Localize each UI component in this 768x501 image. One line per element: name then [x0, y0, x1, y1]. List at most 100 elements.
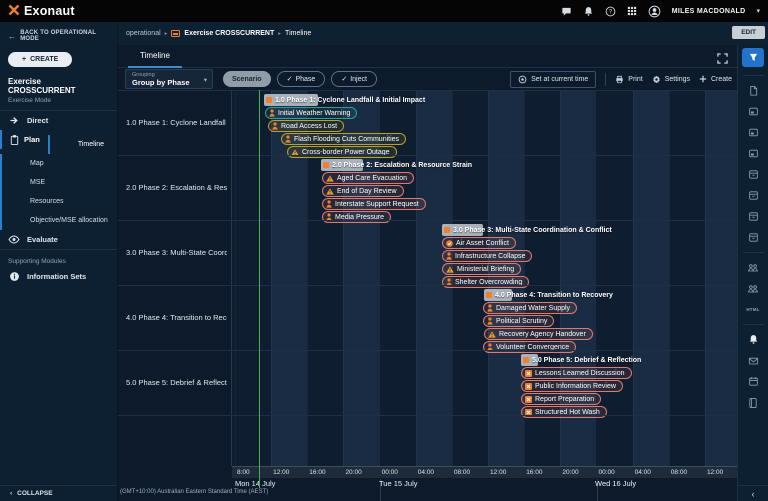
inject-damaged-water-supply[interactable]: Damaged Water Supply [483, 302, 577, 314]
action-label: Print [628, 76, 642, 83]
row-label: 1.0 Phase 1: Cyclone Landfall & Initia..… [126, 90, 227, 155]
create-button[interactable]: + CREATE [8, 52, 72, 67]
archive-icon[interactable] [742, 189, 764, 202]
inject-recovery-agency-handover[interactable]: Recovery Agency Handover [484, 328, 593, 340]
document-icon[interactable] [742, 84, 764, 97]
warning-icon [326, 175, 334, 182]
set-at-current-time-button[interactable]: Set at current time [510, 71, 596, 88]
fullscreen-icon[interactable] [717, 51, 728, 69]
inject-label: Recovery Agency Handover [499, 331, 586, 338]
print-icon [615, 75, 624, 84]
user-name[interactable]: MILES MACDONALD [672, 8, 746, 15]
sidebar-item-label: Map [30, 160, 44, 167]
sidebar-item-direct[interactable]: Direct [0, 111, 117, 130]
team-icon[interactable] [742, 282, 764, 295]
rail-collapse-button[interactable]: ‹ [738, 485, 768, 501]
phase-label: 4.0 Phase 4: Transition to Recovery [486, 289, 613, 301]
edit-button[interactable]: EDIT [732, 26, 765, 39]
phase-label-text: 4.0 Phase 4: Transition to Recovery [495, 292, 613, 299]
inject-label: Shelter Overcrowding [455, 279, 522, 286]
inject-lessons-learned-discussion[interactable]: Lessons Learned Discussion [521, 367, 632, 379]
archive-icon[interactable] [742, 231, 764, 244]
chat-icon[interactable] [561, 6, 572, 17]
back-to-operational-mode-link[interactable]: ← BACK TO OPERATIONAL MODE [0, 22, 117, 42]
sidebar-item-mse[interactable]: MSE [0, 173, 117, 192]
filter-icon[interactable] [742, 48, 764, 67]
print-button[interactable]: Print [615, 75, 642, 84]
main-content: operational▸Exercise CROSSCURRENT▸Timeli… [118, 22, 768, 501]
book-icon[interactable] [742, 396, 764, 409]
eye-icon [8, 235, 20, 244]
bell-icon[interactable] [583, 6, 594, 17]
settings-button[interactable]: Settings [652, 75, 690, 84]
inject-initial-weather-warning[interactable]: Initial Weather Warning [265, 107, 357, 119]
phase-label-text: 5.0 Phase 5: Debrief & Reflection [532, 357, 641, 364]
chip-phase[interactable]: ✓Phase [277, 71, 326, 87]
card-icon[interactable] [742, 147, 764, 160]
inject-interstate-support-request[interactable]: Interstate Support Request [322, 198, 426, 210]
sidebar-item-evaluate[interactable]: Evaluate [0, 230, 117, 249]
breadcrumb-item-operational[interactable]: operational [126, 30, 161, 37]
inject-media-pressure[interactable]: Media Pressure [322, 211, 391, 223]
chip-inject[interactable]: ✓Inject [331, 71, 377, 87]
html-icon[interactable]: HTML [742, 303, 764, 316]
chevron-left-icon: ‹ [10, 490, 12, 497]
phase-icon [444, 227, 450, 233]
inject-structured-hot-wash[interactable]: Structured Hot Wash [521, 406, 607, 418]
sidebar-item-objective-mse-allocation[interactable]: Objective/MSE allocation [0, 211, 117, 230]
sidebar-item-plan[interactable]: Plan [0, 130, 48, 149]
card-icon[interactable] [742, 126, 764, 139]
phase-label: 3.0 Phase 3: Multi-State Coordination & … [444, 224, 612, 236]
archive-icon[interactable] [742, 168, 764, 181]
calendar-icon[interactable] [742, 375, 764, 388]
task-icon [525, 409, 532, 416]
inject-shelter-overcrowding[interactable]: Shelter Overcrowding [442, 276, 529, 288]
gridline [633, 90, 634, 466]
warning-icon [488, 331, 496, 338]
inject-aged-care-evacuation[interactable]: Aged Care Evacuation [322, 172, 414, 184]
chevron-down-icon[interactable]: ▾ [756, 7, 760, 15]
action-label: Create [711, 76, 732, 83]
inject-volunteer-convergence[interactable]: Volunteer Convergence [483, 341, 576, 353]
gridline [705, 90, 706, 466]
team-icon[interactable] [742, 261, 764, 274]
tab-bar: Timeline [118, 45, 737, 68]
avatar[interactable] [648, 5, 661, 18]
top-bar: Exonaut ? MILES MACDONALD ▾ [0, 0, 768, 22]
inject-cross-border-power-outage[interactable]: Cross-border Power Outage [287, 146, 397, 158]
archive-icon[interactable] [742, 210, 764, 223]
phase-icon [523, 357, 529, 363]
sidebar-item-information-sets[interactable]: Information Sets [0, 267, 117, 286]
inject-political-scrutiny[interactable]: Political Scrutiny [483, 315, 554, 327]
mail-icon[interactable] [742, 354, 764, 367]
breadcrumb-item-timeline[interactable]: Timeline [285, 30, 311, 37]
bell-icon[interactable] [742, 333, 764, 346]
inject-air-asset-conflict[interactable]: Air Asset Conflict [442, 237, 516, 249]
inject-label: Interstate Support Request [335, 201, 419, 208]
tab-timeline[interactable]: Timeline [128, 45, 182, 68]
inject-ministerial-briefing[interactable]: Ministerial Briefing [442, 263, 521, 275]
sidebar-item-map[interactable]: Map [0, 154, 117, 173]
gear-icon [652, 75, 661, 84]
inject-infrastructure-collapse[interactable]: Infrastructure Collapse [442, 250, 532, 262]
sidebar-collapse-button[interactable]: ‹ COLLAPSE [0, 485, 117, 501]
chip-label: Inject [350, 76, 367, 83]
inject-flash-flooding-cuts-communities[interactable]: Flash Flooding Cuts Communities [281, 133, 406, 145]
sidebar-item-label: Evaluate [27, 235, 58, 244]
inject-report-preparation[interactable]: Report Preparation [521, 393, 601, 405]
grouping-select[interactable]: Grouping Group by Phase ▾ [125, 69, 213, 89]
gridline [271, 90, 272, 466]
inject-end-of-day-review[interactable]: End of Day Review [322, 185, 404, 197]
chip-scenario[interactable]: Scenario [223, 71, 271, 87]
sidebar-item-timeline[interactable]: Timeline [48, 135, 112, 154]
create-button[interactable]: Create [699, 75, 732, 83]
sidebar-item-resources[interactable]: Resources [0, 192, 117, 211]
card-icon[interactable] [742, 105, 764, 118]
breadcrumb-item-exercise-crosscurrent[interactable]: Exercise CROSSCURRENT [184, 30, 274, 37]
phase-label: 1.0 Phase 1: Cyclone Landfall & Initial … [266, 94, 425, 106]
apps-icon[interactable] [627, 6, 637, 17]
inject-road-access-lost[interactable]: Road Access Lost [268, 120, 344, 132]
phase-label-text: 2.0 Phase 2: Escalation & Resource Strai… [332, 162, 472, 169]
help-icon[interactable]: ? [605, 6, 616, 17]
inject-public-information-review[interactable]: Public Information Review [521, 380, 623, 392]
